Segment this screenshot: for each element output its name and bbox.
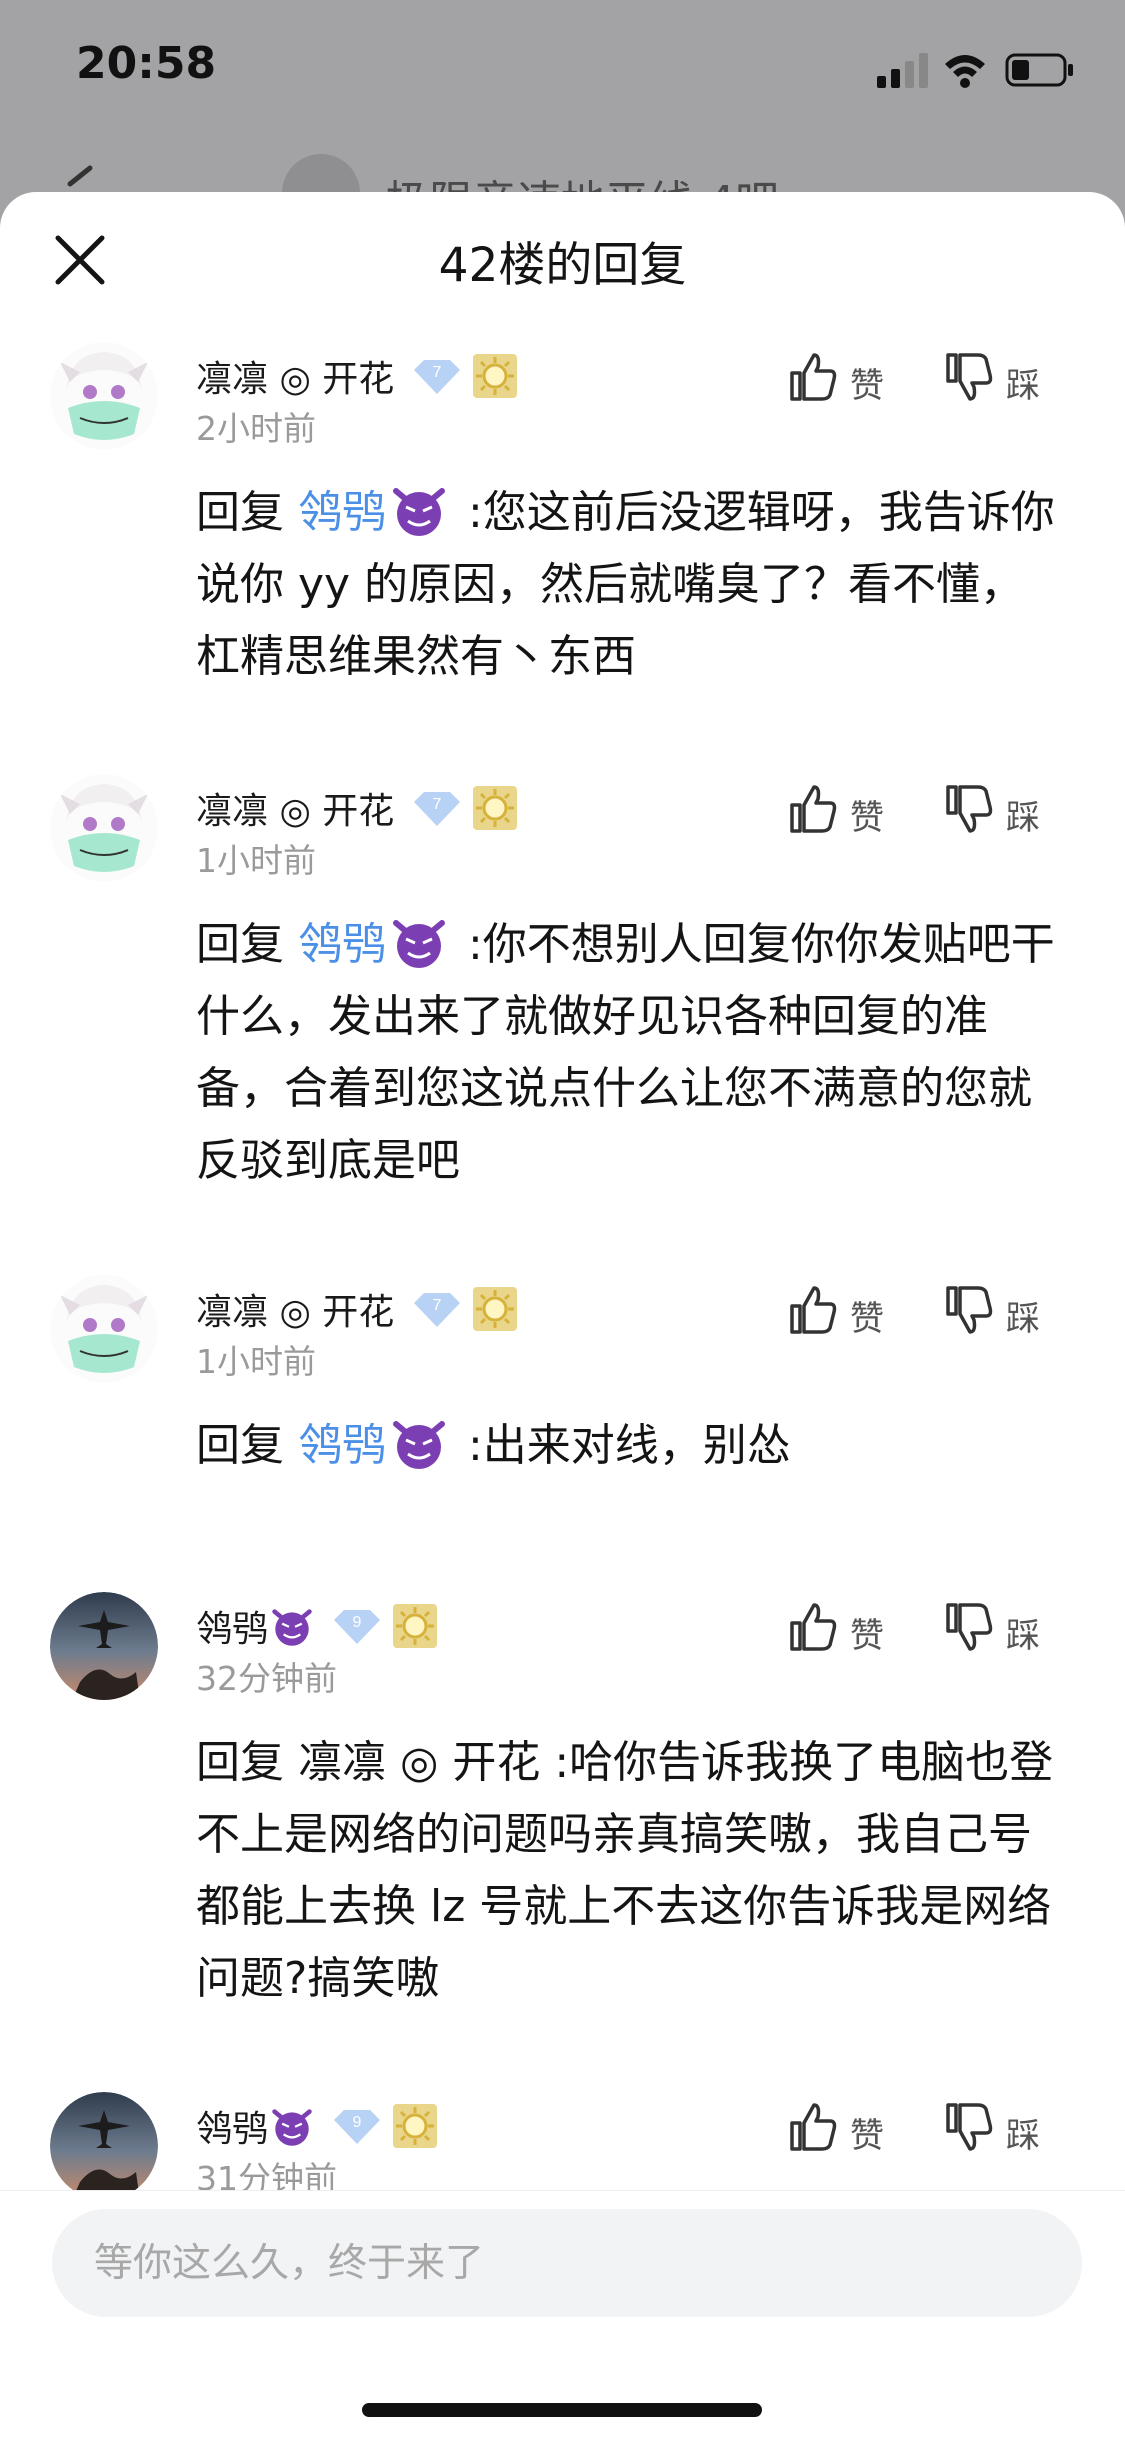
author-row: 凛凛 ◎ 开花 7 [196, 1283, 518, 1335]
status-time: 20:58 [76, 38, 217, 89]
thumbs-down-icon [946, 784, 993, 833]
like-button[interactable]: 赞 [786, 1279, 884, 1340]
svg-text:9: 9 [353, 1614, 362, 1631]
author-name[interactable]: 凛凛 ◎ 开花 [196, 1283, 394, 1335]
like-label: 赞 [850, 1616, 884, 1656]
author-row: 鸰鸮 9 [196, 2100, 438, 2152]
like-label: 赞 [850, 2116, 884, 2156]
devil-emoji-icon [272, 1609, 312, 1646]
diamond-level-badge-icon: 9 [334, 2110, 381, 2144]
wifi-icon [945, 55, 985, 88]
mention-link[interactable]: 鸰鸮 [298, 919, 386, 970]
author-name[interactable]: 鸰鸮 [196, 1600, 268, 1652]
replies-sheet: 42楼的回复 凛凛 ◎ 开花 7 2小时前 赞 踩 回复 鸰鸮:您这前后没逻辑… [0, 192, 1125, 2436]
diamond-level-badge-icon: 9 [334, 1610, 381, 1644]
devil-emoji-icon [393, 488, 445, 536]
thumbs-up-icon [790, 352, 837, 401]
status-bar: 20:58 [0, 0, 1125, 140]
background-page-header: 极限竞速地平线 4吧 [0, 140, 1125, 228]
like-label: 赞 [850, 366, 884, 406]
thumbs-up-icon [790, 2102, 837, 2151]
dislike-button[interactable]: 踩 [942, 346, 1040, 407]
svg-text:7: 7 [433, 1297, 442, 1314]
author-name[interactable]: 凛凛 ◎ 开花 [196, 782, 394, 834]
home-indicator [362, 2403, 762, 2417]
reply-prefix: 回复 [196, 919, 298, 970]
thumbs-up-icon [790, 1285, 837, 1334]
reply-content: 回复 鸰鸮 :您这前后没逻辑呀，我告诉你说你 yy 的原因，然后就嘴臭了？看不懂… [196, 477, 1056, 693]
author-row: 凛凛 ◎ 开花 7 [196, 350, 518, 402]
like-button[interactable]: 赞 [786, 1596, 884, 1657]
sheet-title: 42楼的回复 [438, 238, 687, 293]
svg-text:7: 7 [433, 796, 442, 813]
dislike-button[interactable]: 踩 [942, 2096, 1040, 2157]
devil-emoji-icon [393, 920, 445, 968]
dislike-label: 踩 [1006, 2116, 1040, 2156]
diamond-level-badge-icon: 7 [414, 1293, 461, 1327]
like-button[interactable]: 赞 [786, 778, 884, 839]
author-name[interactable]: 凛凛 ◎ 开花 [196, 350, 394, 402]
like-label: 赞 [850, 1299, 884, 1339]
battery-icon [1005, 53, 1073, 87]
avatar[interactable] [50, 774, 158, 882]
timestamp: 1小时前 [196, 1342, 316, 1381]
reply-list[interactable]: 凛凛 ◎ 开花 7 2小时前 赞 踩 回复 鸰鸮:您这前后没逻辑呀，我告诉你说… [0, 342, 1125, 2317]
avatar[interactable] [50, 1592, 158, 1700]
like-button[interactable]: 赞 [786, 2096, 884, 2157]
thumbs-down-icon [946, 1285, 993, 1334]
author-row: 凛凛 ◎ 开花 7 [196, 782, 518, 834]
reply-content: 回复 鸰鸮 :出来对线，别怂 [196, 1410, 1056, 1482]
reply-bar [0, 2190, 1125, 2437]
reply-content: 回复 凛凛 ◎ 开花 :哈你告诉我换了电脑也登不上是网络的问题吗亲真搞笑嗷，我自… [196, 1727, 1056, 2015]
reply-input[interactable] [52, 2209, 1082, 2317]
cellular-signal-icon [877, 53, 928, 88]
timestamp: 2小时前 [196, 409, 316, 448]
avatar[interactable] [50, 2092, 158, 2200]
dislike-button[interactable]: 踩 [942, 1279, 1040, 1340]
avatar[interactable] [50, 1275, 158, 1383]
reply-prefix: 回复 [196, 1737, 298, 1788]
svg-text:7: 7 [433, 364, 442, 381]
sun-medal-icon [393, 2104, 438, 2148]
avatar[interactable] [50, 342, 158, 450]
sun-medal-icon [473, 354, 518, 398]
svg-text:9: 9 [353, 2114, 362, 2131]
author-name[interactable]: 鸰鸮 [196, 2100, 268, 2152]
dislike-label: 踩 [1006, 798, 1040, 838]
dislike-button[interactable]: 踩 [942, 1596, 1040, 1657]
timestamp: 32分钟前 [196, 1659, 337, 1698]
sun-medal-icon [393, 1604, 438, 1648]
dislike-label: 踩 [1006, 366, 1040, 406]
sun-medal-icon [473, 786, 518, 830]
thumbs-down-icon [946, 2102, 993, 2151]
diamond-level-badge-icon: 7 [414, 792, 461, 826]
like-label: 赞 [850, 798, 884, 838]
like-button[interactable]: 赞 [786, 346, 884, 407]
reply-content: 回复 鸰鸮 :你不想别人回复你你发贴吧干什么，发出来了就做好见识各种回复的准备，… [196, 909, 1056, 1197]
sheet-header: 42楼的回复 [0, 192, 1125, 322]
dislike-button[interactable]: 踩 [942, 778, 1040, 839]
thumbs-down-icon [946, 1602, 993, 1651]
sun-medal-icon [473, 1287, 518, 1331]
timestamp: 1小时前 [196, 841, 316, 880]
dislike-label: 踩 [1006, 1616, 1040, 1656]
devil-emoji-icon [393, 1421, 445, 1469]
reply-prefix: 回复 [196, 487, 298, 538]
author-row: 鸰鸮 9 [196, 1600, 438, 1652]
diamond-level-badge-icon: 7 [414, 360, 461, 394]
mention-link[interactable]: 鸰鸮 [298, 487, 386, 538]
dislike-label: 踩 [1006, 1299, 1040, 1339]
reply-prefix: 回复 [196, 1420, 298, 1471]
status-icons [877, 53, 1073, 88]
reply-text: :出来对线，别怂 [454, 1420, 791, 1471]
thumbs-down-icon [946, 352, 993, 401]
devil-emoji-icon [272, 2109, 312, 2146]
mention-link[interactable]: 凛凛 ◎ 开花 [298, 1737, 540, 1788]
thumbs-up-icon [790, 784, 837, 833]
mention-link[interactable]: 鸰鸮 [298, 1420, 386, 1471]
thumbs-up-icon [790, 1602, 837, 1651]
